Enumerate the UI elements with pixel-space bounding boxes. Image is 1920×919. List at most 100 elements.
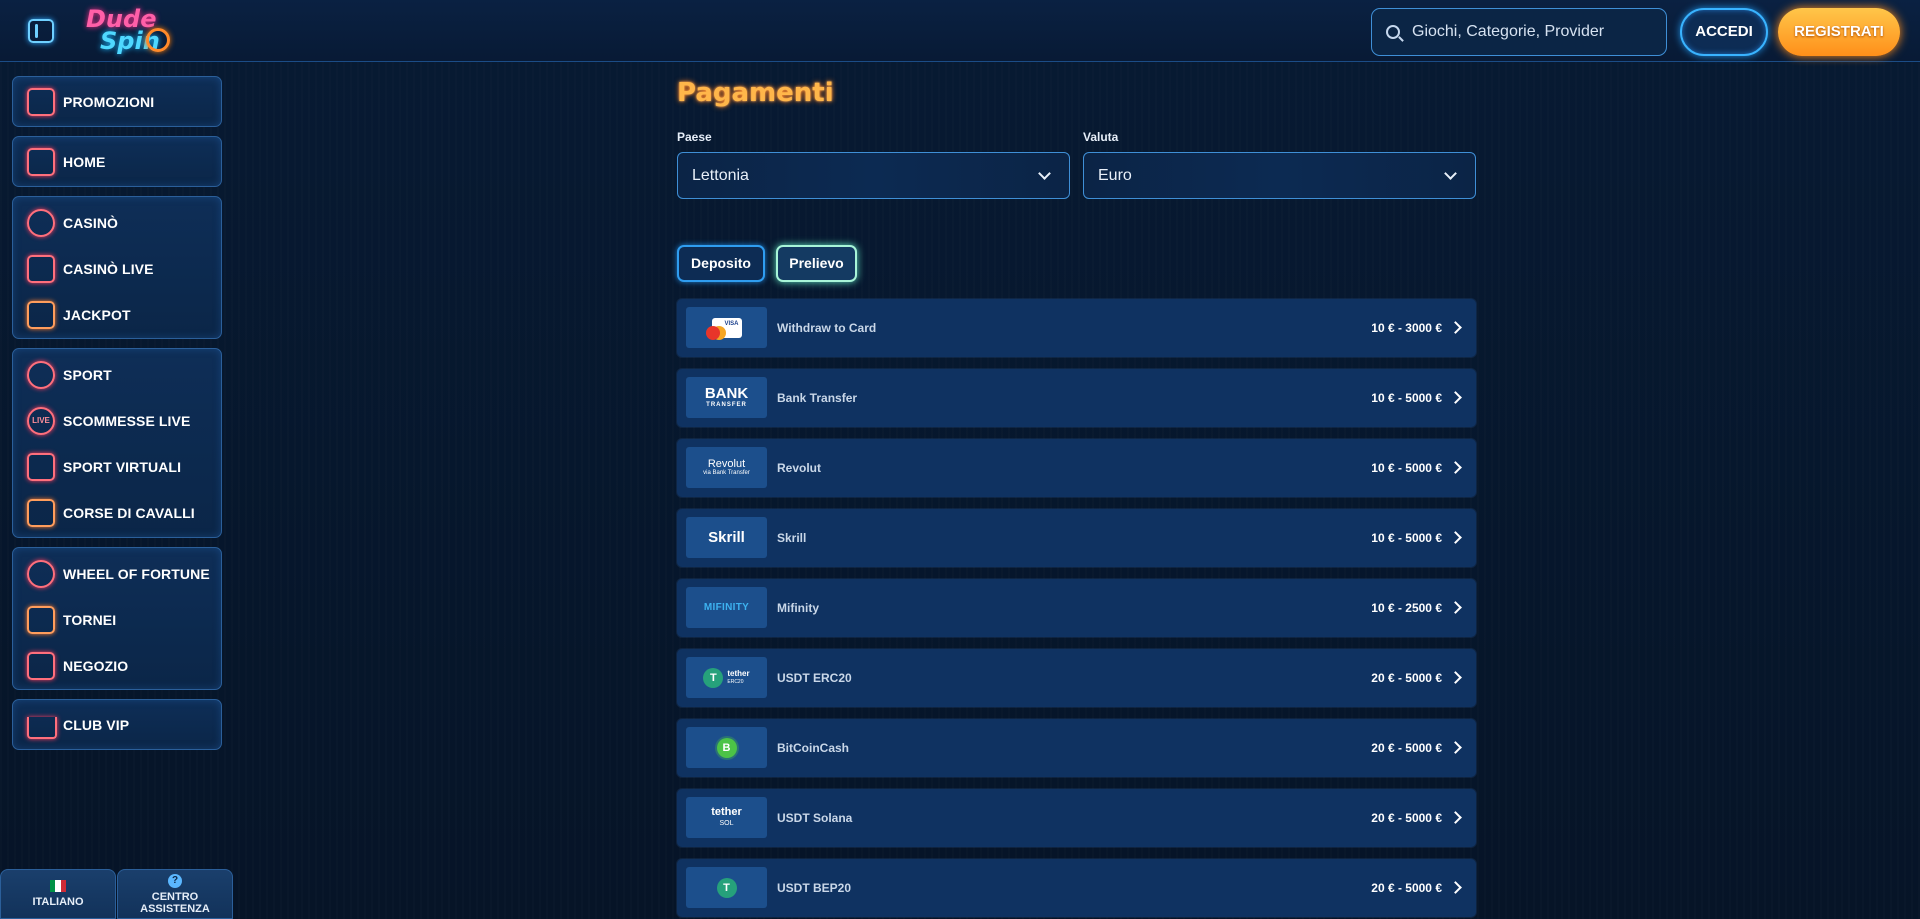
home-icon [27,148,55,176]
sidebar-item-label: NEGOZIO [63,658,129,674]
top-header: Dude Spin ACCEDI REGISTRATI [0,0,1920,62]
revolut-logo: Revolut via Bank Transfer [686,447,767,488]
tether-sol-logo: tether SOL [686,797,767,838]
payment-row-bank-transfer[interactable]: BANK TRANSFER Bank Transfer 10 € - 5000 … [677,369,1476,427]
payment-row-usdt-bep20[interactable]: T USDT BEP20 20 € - 5000 € [677,859,1476,917]
payment-range: 10 € - 5000 € [1371,391,1442,405]
tether-bep20-logo: T [686,867,767,908]
sidebar-toggle-icon[interactable] [28,19,54,43]
payment-row-usdt-solana[interactable]: tether SOL USDT Solana 20 € - 5000 € [677,789,1476,847]
sidebar-group-home: HOME [12,136,222,187]
tab-deposit[interactable]: Deposito [677,245,765,282]
chevron-right-icon [1449,881,1462,894]
sidebar-item-shop[interactable]: NEGOZIO [13,644,221,688]
sidebar-item-home[interactable]: HOME [13,140,221,184]
horse-icon [27,499,55,527]
megaphone-icon [27,88,55,116]
payment-row-card[interactable]: VISA Withdraw to Card 10 € - 3000 € [677,299,1476,357]
search-input[interactable] [1412,23,1652,41]
payment-range: 20 € - 5000 € [1371,811,1442,825]
gamepad-icon [27,453,55,481]
mifinity-logo-text: MIFINITY [703,602,750,613]
tether-logo-main: tether [727,668,750,678]
login-button[interactable]: ACCEDI [1680,8,1768,56]
sidebar-item-virtual-sports[interactable]: SPORT VIRTUALI [13,445,221,489]
tether-erc20-logo: T tether ERC20 [686,657,767,698]
payment-range: 10 € - 3000 € [1371,321,1442,335]
sidebar-item-casino[interactable]: CASINÒ [13,201,221,245]
payment-row-bitcoincash[interactable]: B BitCoinCash 20 € - 5000 € [677,719,1476,777]
help-icon: ? [168,873,182,888]
sidebar-item-live-bets[interactable]: LIVE SCOMMESSE LIVE [13,399,221,443]
currency-label: Valuta [1083,130,1119,144]
tether-logo-sub: ERC20 [727,678,744,685]
payment-range: 10 € - 2500 € [1371,601,1442,615]
italy-flag-icon [50,880,66,892]
sidebar-item-casino-live[interactable]: CASINÒ LIVE [13,247,221,291]
payment-name: USDT BEP20 [777,881,852,895]
help-label-line1: CENTRO [151,890,199,903]
sidebar-item-label: CORSE DI CAVALLI [63,505,195,521]
visa-card-icon: VISA [705,317,742,340]
payment-row-mifinity[interactable]: MIFINITY Mifinity 10 € - 2500 € [677,579,1476,637]
sidebar-group-vip: CLUB VIP [12,699,222,750]
search-icon [1386,25,1400,39]
live-icon: LIVE [27,407,55,435]
sidebar-item-label: CLUB VIP [63,717,130,733]
tether-logo-text: tether ERC20 [727,668,750,686]
sidebar-item-label: TORNEI [63,612,117,628]
chevron-right-icon [1449,741,1462,754]
payment-row-skrill[interactable]: Skrill Skrill 10 € - 5000 € [677,509,1476,567]
payment-name: Withdraw to Card [777,321,877,335]
trophy-icon [27,606,55,634]
payment-row-revolut[interactable]: Revolut via Bank Transfer Revolut 10 € -… [677,439,1476,497]
bitcoincash-coin-icon: B [716,737,737,758]
currency-select[interactable]: Euro [1083,152,1476,199]
skrill-logo-text: Skrill [708,529,745,546]
help-center-button[interactable]: ? CENTRO ASSISTENZA [117,869,233,919]
wheel-icon [27,560,55,588]
sidebar-group-extras: WHEEL OF FORTUNE TORNEI NEGOZIO [12,547,222,690]
payment-name: Mifinity [777,601,819,615]
language-button[interactable]: ITALIANO [0,869,116,919]
sidebar-item-tournaments[interactable]: TORNEI [13,598,221,642]
sidebar-item-label: SPORT [63,367,112,383]
spade-icon [27,209,55,237]
sidebar-item-promotions[interactable]: PROMOZIONI [13,80,221,124]
chevron-right-icon [1449,811,1462,824]
sidebar-item-label: WHEEL OF FORTUNE [63,566,210,582]
tether-sol-logo-text: tether SOL [711,805,742,829]
currency-value: Euro [1098,166,1132,184]
sidebar-item-vip-club[interactable]: CLUB VIP [13,703,221,747]
search-box[interactable] [1371,8,1667,56]
sidebar-item-wheel-of-fortune[interactable]: WHEEL OF FORTUNE [13,552,221,596]
sidebar-item-horse-racing[interactable]: CORSE DI CAVALLI [13,491,221,535]
chevron-right-icon [1449,531,1462,544]
payment-name: Skrill [777,531,807,545]
revolut-logo-sub: via Bank Transfer [703,469,750,476]
payment-range: 10 € - 5000 € [1371,461,1442,475]
sidebar-item-jackpot[interactable]: JACKPOT [13,293,221,337]
tether-sol-logo-main: tether [711,805,742,818]
register-button[interactable]: REGISTRATI [1778,8,1900,56]
sidebar-group-sport: SPORT LIVE SCOMMESSE LIVE SPORT VIRTUALI… [12,348,222,538]
sidebar-item-label: HOME [63,154,106,170]
sidebar-footer: ITALIANO ? CENTRO ASSISTENZA [0,869,234,919]
tether-coin-icon: T [703,667,724,688]
skrill-logo: Skrill [686,517,767,558]
payment-name: BitCoinCash [777,741,849,755]
bitcoincash-logo: B [686,727,767,768]
sidebar-item-label: SPORT VIRTUALI [63,459,182,475]
sidebar-item-sport[interactable]: SPORT [13,353,221,397]
payment-name: USDT ERC20 [777,671,852,685]
country-select[interactable]: Lettonia [677,152,1070,199]
chevron-right-icon [1449,671,1462,684]
payment-row-usdt-erc20[interactable]: T tether ERC20 USDT ERC20 20 € - 5000 € [677,649,1476,707]
country-value: Lettonia [692,166,749,184]
seven-icon [27,301,55,329]
chevron-right-icon [1449,321,1462,334]
payment-range: 20 € - 5000 € [1371,671,1442,685]
tab-withdraw[interactable]: Prelievo [776,245,857,282]
logo[interactable]: Dude Spin [82,6,182,58]
chevron-right-icon [1449,391,1462,404]
